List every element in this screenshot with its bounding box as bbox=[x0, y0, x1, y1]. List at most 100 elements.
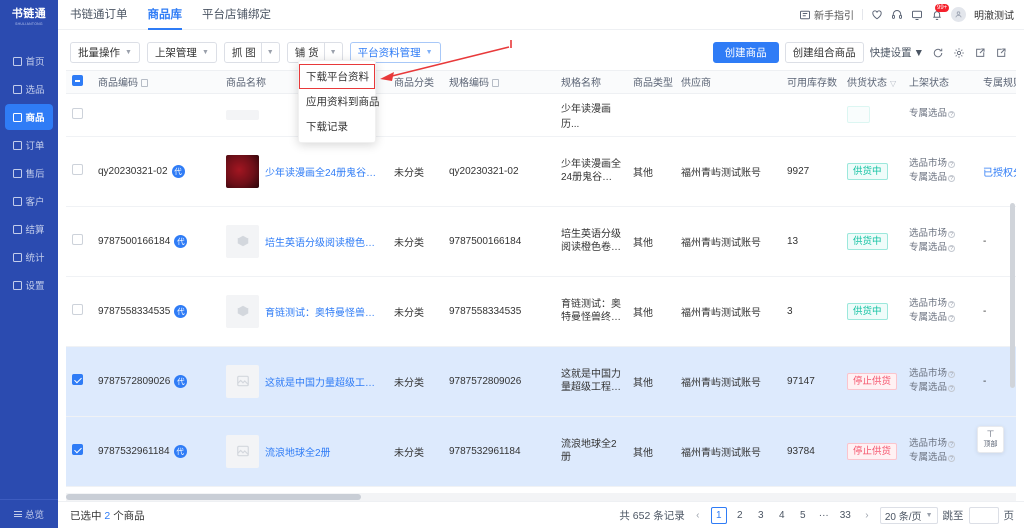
tab-platform-shop-binding[interactable]: 平台店铺绑定 bbox=[202, 0, 271, 30]
grab-image-button[interactable]: 抓 图 ▼ bbox=[223, 42, 280, 63]
row-checkbox[interactable] bbox=[72, 374, 83, 385]
column-shelf-status[interactable]: 上架状态 bbox=[903, 71, 977, 94]
table-row[interactable]: qy20230321-02代 少年读漫画全24册鬼谷子孙子兵... 未分类 qy… bbox=[66, 136, 1016, 207]
product-thumbnail[interactable] bbox=[226, 224, 259, 258]
sidebar-item-settings[interactable]: 设置 bbox=[5, 272, 53, 298]
batch-operation-button[interactable]: 批量操作 ▼ bbox=[70, 42, 140, 63]
row-checkbox-cell[interactable] bbox=[66, 416, 92, 487]
sidebar-item-aftersale[interactable]: 售后 bbox=[5, 160, 53, 186]
sidebar-item-statistics[interactable]: 统计 bbox=[5, 244, 53, 270]
product-thumbnail[interactable] bbox=[226, 154, 259, 188]
dropdown-item-download-platform-data[interactable]: 下载平台资料 bbox=[299, 64, 375, 89]
column-spec-name[interactable]: 规格名称 bbox=[555, 71, 627, 94]
pagination-page-5[interactable]: 5 bbox=[795, 507, 811, 524]
table-row[interactable]: 少年读漫画历... 专属选品? bbox=[66, 93, 1016, 137]
pagination-page-3[interactable]: 3 bbox=[753, 507, 769, 524]
tab-product-library[interactable]: 商品库 bbox=[147, 0, 182, 30]
column-supply-status[interactable]: 供货状态 ▽ bbox=[841, 71, 903, 94]
product-thumbnail[interactable] bbox=[226, 434, 259, 468]
help-icon[interactable]: ? bbox=[948, 370, 956, 378]
filter-icon[interactable]: ▽ bbox=[890, 79, 896, 88]
quick-setting-button[interactable]: 快捷设置 ▼ bbox=[870, 45, 924, 60]
row-checkbox[interactable] bbox=[72, 234, 83, 245]
row-checkbox[interactable] bbox=[72, 444, 83, 455]
column-product-code[interactable]: 商品编码 bbox=[92, 71, 220, 94]
vertical-scrollbar[interactable] bbox=[1009, 93, 1015, 493]
help-icon[interactable]: ? bbox=[948, 385, 956, 392]
copy-icon[interactable] bbox=[492, 79, 499, 88]
table-row[interactable]: 9787532961184 代 流浪地球全2册 未分类 978753296118… bbox=[66, 416, 1016, 487]
table-row[interactable]: 9787549389339代 英语单词有声书 未分类 bbox=[66, 486, 1016, 493]
dropdown-item-download-records[interactable]: 下载记录 bbox=[299, 114, 375, 139]
brand-logo[interactable]: 书链通 SHULIANTONG bbox=[0, 0, 58, 30]
column-supplier[interactable]: 供应商 bbox=[675, 71, 781, 94]
pagination-ellipsis[interactable]: ··· bbox=[816, 507, 832, 524]
beginner-guide-button[interactable]: 新手指引 bbox=[799, 7, 854, 22]
help-icon[interactable]: ? bbox=[948, 111, 956, 119]
product-name-link[interactable]: 流浪地球全2册 bbox=[265, 444, 331, 459]
row-checkbox-cell[interactable] bbox=[66, 486, 92, 493]
pagination-next[interactable]: › bbox=[859, 507, 875, 524]
help-icon[interactable]: ? bbox=[948, 315, 956, 322]
product-thumbnail[interactable] bbox=[226, 364, 259, 398]
sidebar-item-select-goods[interactable]: 选品 bbox=[5, 76, 53, 102]
product-name-link[interactable]: 培生英语分级阅读橙色卷25册 bbox=[265, 234, 382, 249]
row-checkbox-cell[interactable] bbox=[66, 136, 92, 207]
tab-shulian-orders[interactable]: 书链通订单 bbox=[70, 0, 128, 30]
sidebar-item-order[interactable]: 订单 bbox=[5, 132, 53, 158]
help-icon[interactable]: ? bbox=[948, 300, 956, 308]
back-to-top-button[interactable]: ⊤ 顶部 bbox=[977, 426, 1004, 453]
fullscreen-icon[interactable] bbox=[993, 45, 1008, 60]
table-row[interactable]: 9787558334535代 育链测试：奥特曼怪兽终极档案 bbox=[66, 276, 1016, 347]
vertical-scrollbar-thumb[interactable] bbox=[1010, 203, 1015, 388]
help-icon[interactable]: ? bbox=[948, 230, 956, 238]
product-thumbnail[interactable] bbox=[226, 294, 259, 328]
horizontal-scrollbar-thumb[interactable] bbox=[66, 494, 361, 500]
pagination-prev[interactable]: ‹ bbox=[690, 507, 706, 524]
pagination-page-4[interactable]: 4 bbox=[774, 507, 790, 524]
help-icon[interactable]: ? bbox=[948, 160, 956, 168]
help-icon[interactable]: ? bbox=[948, 175, 956, 182]
help-icon[interactable]: ? bbox=[948, 245, 956, 252]
dropdown-item-apply-data-to-product[interactable]: 应用资料到商品 bbox=[299, 89, 380, 114]
username-label[interactable]: 明澈测试 bbox=[974, 7, 1014, 22]
create-combo-product-button[interactable]: 创建组合商品 bbox=[784, 42, 864, 63]
pagination-page-last[interactable]: 33 bbox=[837, 507, 854, 524]
pagination-page-1[interactable]: 1 bbox=[710, 506, 727, 524]
sidebar-item-settlement[interactable]: 结算 bbox=[5, 216, 53, 242]
gear-icon[interactable] bbox=[951, 45, 966, 60]
table-row[interactable]: 9787500166184代 培生英语分级阅读橙色卷25册 bbox=[66, 206, 1016, 277]
column-exclusive-rule[interactable]: 专属规则 bbox=[977, 71, 1016, 94]
help-icon[interactable]: ? bbox=[948, 440, 956, 448]
row-checkbox-cell[interactable] bbox=[66, 276, 92, 347]
row-checkbox[interactable] bbox=[72, 164, 83, 175]
column-product-type[interactable]: 商品类型 bbox=[627, 71, 675, 94]
create-product-button[interactable]: 创建商品 bbox=[712, 42, 779, 63]
horizontal-scrollbar[interactable] bbox=[66, 493, 1016, 501]
row-checkbox-cell[interactable] bbox=[66, 346, 92, 417]
table-row[interactable]: 9787572809026 代 这就是中国力量超级工程来了 未分类 978757… bbox=[66, 346, 1016, 417]
sidebar-overview-toggle[interactable]: 总览 bbox=[0, 499, 58, 528]
row-checkbox-cell[interactable] bbox=[66, 93, 92, 137]
product-name-link[interactable]: 育链测试：奥特曼怪兽终极档案 bbox=[265, 304, 382, 319]
sidebar-item-product[interactable]: 商品 bbox=[5, 104, 53, 130]
favorite-icon[interactable] bbox=[871, 9, 883, 21]
copy-icon[interactable] bbox=[141, 79, 148, 88]
row-checkbox[interactable] bbox=[72, 107, 83, 119]
row-checkbox[interactable] bbox=[72, 304, 83, 315]
bell-icon[interactable]: 99+ bbox=[931, 3, 950, 21]
avatar[interactable] bbox=[951, 7, 966, 22]
product-thumbnail[interactable] bbox=[226, 109, 259, 120]
grab-image-dropdown-toggle[interactable]: ▼ bbox=[260, 43, 279, 62]
column-category[interactable]: 商品分类 bbox=[388, 71, 443, 94]
column-spec-code[interactable]: 规格编码 bbox=[443, 71, 555, 94]
sidebar-item-home[interactable]: 首页 bbox=[5, 48, 53, 74]
product-name-link[interactable]: 少年读漫画全24册鬼谷子孙子兵... bbox=[265, 164, 382, 179]
monitor-icon[interactable] bbox=[911, 9, 923, 21]
jump-page-input[interactable] bbox=[968, 506, 999, 524]
help-icon[interactable]: ? bbox=[948, 455, 956, 462]
product-name-link[interactable]: 这就是中国力量超级工程来了 bbox=[265, 374, 382, 389]
page-size-select[interactable]: 20 条/页 ▼ bbox=[879, 506, 938, 524]
sidebar-item-customer[interactable]: 客户 bbox=[5, 188, 53, 214]
export-icon[interactable] bbox=[972, 45, 987, 60]
